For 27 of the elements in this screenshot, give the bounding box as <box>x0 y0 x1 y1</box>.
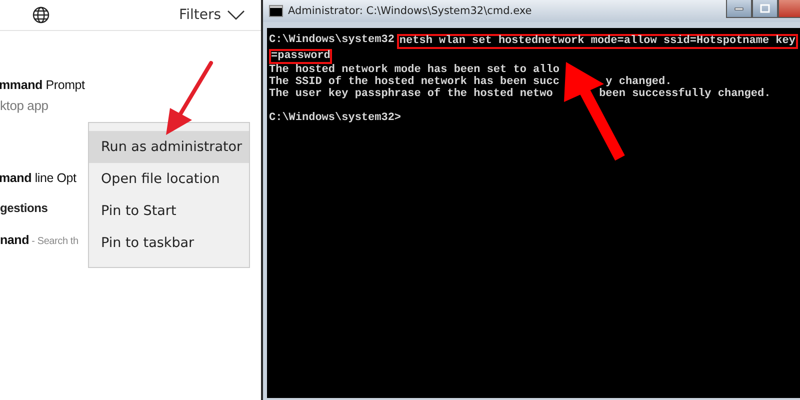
section-heading: gestions <box>0 201 48 215</box>
result-title[interactable]: mmand Prompt <box>0 78 85 92</box>
suggestion-item[interactable]: nand - Search th <box>0 233 78 247</box>
minimize-icon <box>734 6 744 10</box>
menu-item[interactable]: Pin to Start <box>89 195 249 227</box>
console-text: y changed. <box>606 76 672 88</box>
result-subtitle: ktop app <box>0 98 48 113</box>
chevron-icon <box>227 10 245 20</box>
console-text: C:\Windows\system32> <box>269 112 402 124</box>
minimize-button[interactable] <box>726 0 752 18</box>
console-text: The hosted network mode has been set to allo <box>269 64 560 76</box>
console-text: been successfully changed. <box>599 88 771 100</box>
maximize-button[interactable] <box>752 0 778 18</box>
highlighted-command: =password <box>269 49 332 64</box>
console-text: C:\Windows\system32 <box>269 34 394 46</box>
window-title: Administrator: C:\Windows\System32\cmd.exe <box>288 5 533 17</box>
filters-button[interactable]: Filters <box>179 7 245 23</box>
highlighted-command: netsh wlan set hostednetwork mode=allow ssid=Hotspotname key <box>397 34 798 49</box>
globe-icon[interactable] <box>32 6 50 24</box>
console-text: The user key passphrase of the hosted netwo <box>269 88 553 100</box>
maximize-icon <box>760 4 770 13</box>
result-title[interactable]: mand line Opt <box>0 171 76 185</box>
menu-item[interactable]: Pin to taskbar <box>89 227 249 259</box>
menu-item[interactable]: Open file location <box>89 163 249 195</box>
menu-item[interactable]: Run as administrator <box>89 131 249 163</box>
terminal-icon <box>269 5 283 17</box>
console-text: The SSID of the hosted network has been succ <box>269 76 560 88</box>
